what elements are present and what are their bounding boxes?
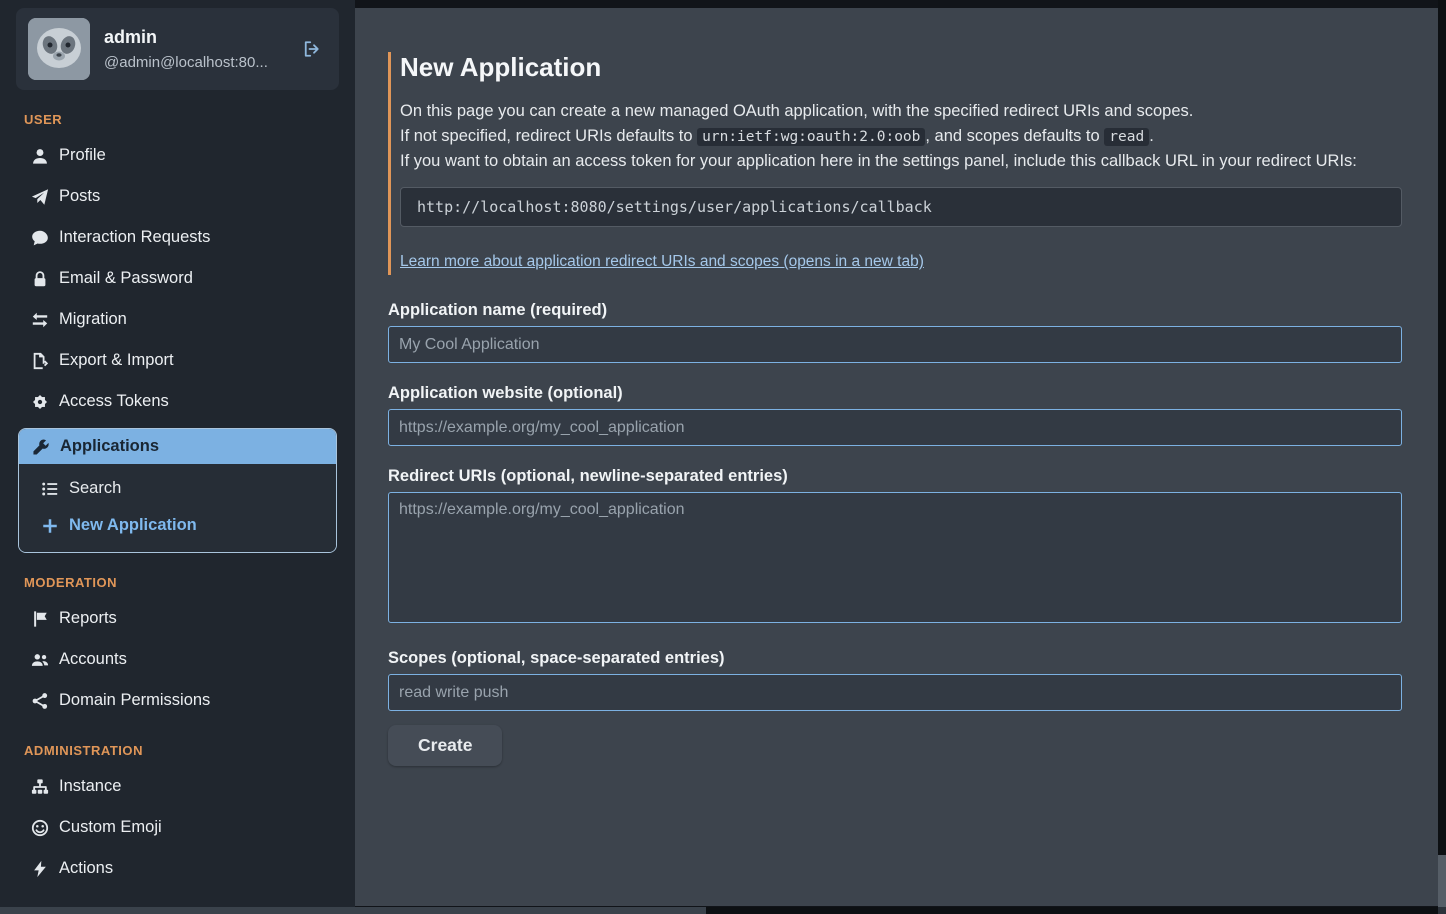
sidebar-item-label: Domain Permissions	[59, 691, 210, 710]
horizontal-scrollbar-thumb[interactable]	[0, 907, 706, 914]
sidebar: admin @admin@localhost:80... USER Profil…	[0, 0, 355, 914]
sidebar-item-applications-search[interactable]: Search	[19, 470, 336, 507]
plus-icon	[41, 517, 59, 535]
intro-line-3: If you want to obtain an access token fo…	[400, 149, 1402, 174]
sidebar-item-label: Email & Password	[59, 269, 193, 288]
sidebar-item-label: Interaction Requests	[59, 228, 210, 247]
sidebar-item-export-import[interactable]: Export & Import	[0, 340, 355, 381]
default-scope-code: read	[1104, 128, 1149, 146]
application-website-input[interactable]	[388, 409, 1402, 446]
logout-icon	[299, 37, 323, 61]
sidebar-item-label: Export & Import	[59, 351, 174, 370]
sidebar-item-label: Profile	[59, 146, 106, 165]
scopes-input[interactable]	[388, 674, 1402, 711]
user-card[interactable]: admin @admin@localhost:80...	[16, 8, 339, 90]
sidebar-item-label: Posts	[59, 187, 100, 206]
sidebar-item-accounts[interactable]: Accounts	[0, 639, 355, 680]
default-redirect-uri-code: urn:ietf:wg:oauth:2.0:oob	[697, 128, 925, 146]
sidebar-item-instance[interactable]: Instance	[0, 766, 355, 807]
create-button[interactable]: Create	[388, 725, 502, 766]
sitemap-icon	[31, 778, 49, 796]
applications-submenu: Search New Application	[19, 464, 336, 552]
application-name-input[interactable]	[388, 326, 1402, 363]
intro-text: On this page you can create a new manage…	[400, 99, 1402, 173]
sidebar-item-label: Actions	[59, 859, 113, 878]
sidebar-item-migration[interactable]: Migration	[0, 299, 355, 340]
sidebar-item-applications[interactable]: Applications	[19, 429, 336, 464]
list-icon	[41, 480, 59, 498]
vertical-scrollbar[interactable]	[1438, 0, 1446, 907]
scopes-label: Scopes (optional, space-separated entrie…	[388, 649, 1402, 668]
sidebar-item-interaction-requests[interactable]: Interaction Requests	[0, 217, 355, 258]
learn-more-link[interactable]: Learn more about application redirect UR…	[400, 253, 924, 271]
transfer-arrows-icon	[31, 311, 49, 329]
callback-url-code-block: http://localhost:8080/settings/user/appl…	[400, 187, 1402, 227]
sidebar-item-email-password[interactable]: Email & Password	[0, 258, 355, 299]
horizontal-scrollbar[interactable]	[0, 907, 1438, 914]
file-export-icon	[31, 352, 49, 370]
vertical-scrollbar-thumb[interactable]	[1438, 855, 1446, 907]
lock-icon	[31, 270, 49, 288]
sidebar-item-label: New Application	[69, 516, 197, 535]
user-info: admin @admin@localhost:80...	[104, 27, 281, 71]
share-nodes-icon	[31, 692, 49, 710]
new-application-form: Application name (required) Application …	[388, 301, 1402, 766]
application-website-label: Application website (optional)	[388, 384, 1402, 403]
user-icon	[31, 147, 49, 165]
section-heading-moderation: MODERATION	[24, 575, 355, 590]
sidebar-item-reports[interactable]: Reports	[0, 598, 355, 639]
redirect-uris-label: Redirect URIs (optional, newline-separat…	[388, 467, 1402, 486]
user-handle: @admin@localhost:80...	[104, 54, 281, 71]
username: admin	[104, 27, 281, 48]
section-heading-administration: ADMINISTRATION	[24, 743, 355, 758]
flag-icon	[31, 610, 49, 628]
sidebar-item-label: Instance	[59, 777, 121, 796]
application-website-field-group: Application website (optional)	[388, 384, 1402, 446]
intro-line-2: If not specified, redirect URIs defaults…	[400, 124, 1402, 149]
sidebar-item-label: Access Tokens	[59, 392, 169, 411]
section-heading-user: USER	[24, 112, 355, 127]
redirect-uris-field-group: Redirect URIs (optional, newline-separat…	[388, 467, 1402, 628]
redirect-uris-textarea[interactable]	[388, 492, 1402, 623]
main-panel: New Application On this page you can cre…	[355, 8, 1438, 906]
scopes-field-group: Scopes (optional, space-separated entrie…	[388, 649, 1402, 711]
sidebar-item-label: Accounts	[59, 650, 127, 669]
sidebar-item-posts[interactable]: Posts	[0, 176, 355, 217]
sidebar-item-domain-permissions[interactable]: Domain Permissions	[0, 680, 355, 721]
page-title: New Application	[400, 52, 1402, 83]
applications-block: Applications Search New Application	[18, 428, 337, 553]
app-window: admin @admin@localhost:80... USER Profil…	[0, 0, 1446, 914]
intro-line-1: On this page you can create a new manage…	[400, 99, 1402, 124]
application-name-label: Application name (required)	[388, 301, 1402, 320]
scrollbar-corner	[1438, 907, 1446, 914]
sidebar-item-label: Custom Emoji	[59, 818, 162, 837]
sidebar-item-label: Applications	[60, 437, 159, 456]
users-icon	[31, 651, 49, 669]
sidebar-item-actions[interactable]: Actions	[0, 848, 355, 889]
page-header-block: New Application On this page you can cre…	[388, 52, 1402, 275]
sidebar-item-label: Reports	[59, 609, 117, 628]
avatar	[28, 18, 90, 80]
comment-icon	[31, 229, 49, 247]
logout-button[interactable]	[295, 33, 327, 65]
smiley-icon	[31, 819, 49, 837]
wrench-icon	[32, 438, 50, 456]
bolt-icon	[31, 860, 49, 878]
certificate-icon	[31, 393, 49, 411]
sidebar-item-access-tokens[interactable]: Access Tokens	[0, 381, 355, 422]
sidebar-item-label: Search	[69, 479, 121, 498]
sidebar-nav: USER Profile Posts Interaction Requests	[0, 112, 355, 889]
paper-plane-icon	[31, 188, 49, 206]
application-name-field-group: Application name (required)	[388, 301, 1402, 363]
sidebar-item-applications-new[interactable]: New Application	[19, 507, 336, 544]
sidebar-item-custom-emoji[interactable]: Custom Emoji	[0, 807, 355, 848]
sidebar-item-label: Migration	[59, 310, 127, 329]
sidebar-item-profile[interactable]: Profile	[0, 135, 355, 176]
